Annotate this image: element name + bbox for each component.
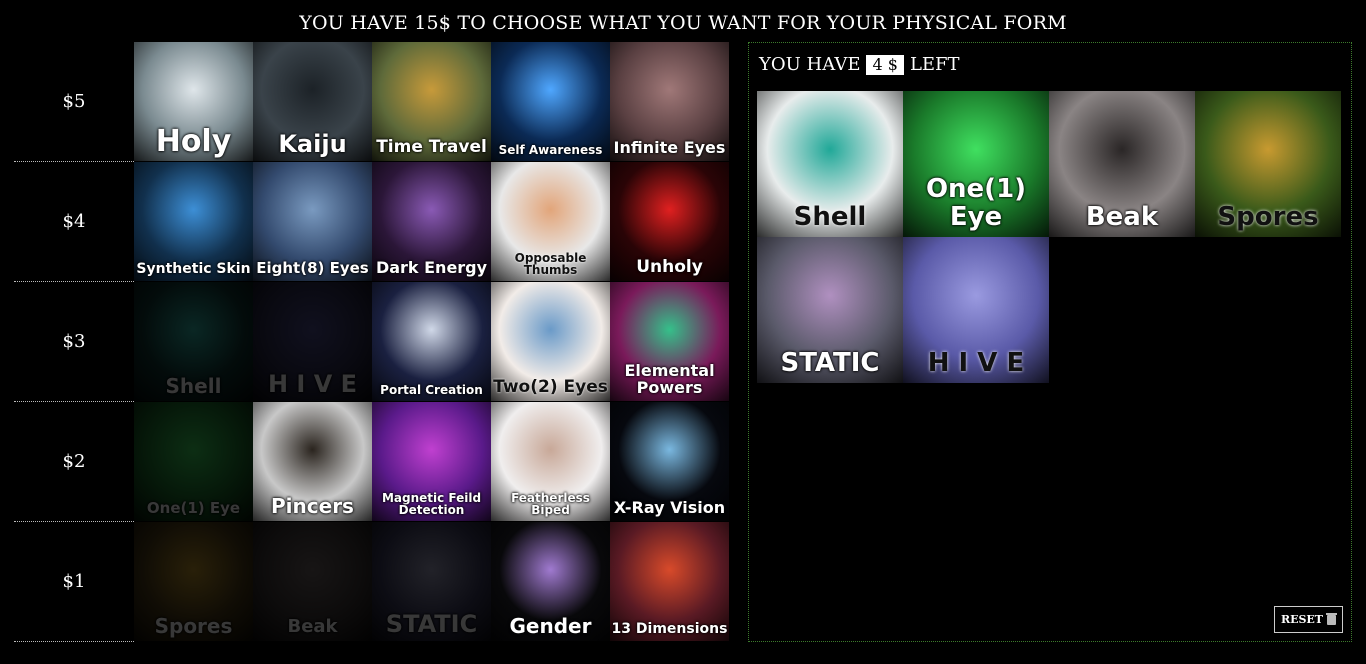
reset-button[interactable]: RESET: [1273, 606, 1343, 633]
trait-label: Gender: [509, 614, 592, 638]
trait-card[interactable]: Time Travel: [372, 42, 491, 161]
trait-card[interactable]: Portal Creation: [372, 282, 491, 401]
chosen-trait-label: Shell: [793, 201, 867, 232]
tier-cards: Shell H I V E Portal Creation Two(2) Eyes El…: [134, 282, 729, 402]
trait-label: Elemental Powers: [624, 361, 715, 398]
trait-label: Dark Energy: [375, 258, 488, 278]
tier-row: $5 Holy Kaiju Time Travel Self Awareness Infi…: [14, 42, 732, 162]
trait-card[interactable]: Shell: [134, 282, 253, 401]
trait-label: Shell: [165, 374, 222, 398]
chosen-trait-label: Spores: [1217, 201, 1319, 232]
chosen-trait-card[interactable]: STATIC: [757, 237, 903, 383]
trait-card[interactable]: Self Awareness: [491, 42, 610, 161]
trait-label: Holy: [155, 123, 232, 159]
tier-row: $3 Shell H I V E Portal Creation Two(2) Eyes…: [14, 282, 732, 402]
trait-label: Featherless Biped: [511, 490, 590, 518]
trait-card[interactable]: Spores: [134, 522, 253, 641]
trait-label: Eight(8) Eyes: [256, 259, 369, 278]
chosen-trait-label: STATIC: [780, 347, 880, 378]
chosen-trait-card[interactable]: Beak: [1049, 91, 1195, 237]
tier-cards: Synthetic Skin Eight(8) Eyes Dark Energy Op…: [134, 162, 729, 282]
budget-prefix: YOU HAVE: [759, 54, 861, 75]
trait-label: Opposable Thumbs: [514, 250, 587, 278]
trait-card[interactable]: Pincers: [253, 402, 372, 521]
chosen-trait-card[interactable]: Spores: [1195, 91, 1341, 237]
tier-row: $2 One(1) Eye Pincers Magnetic Feild Detect…: [14, 402, 732, 522]
trait-card[interactable]: 13 Dimensions: [610, 522, 729, 641]
tier-cards: Holy Kaiju Time Travel Self Awareness Infini…: [134, 42, 729, 162]
tier-row: $1 Spores Beak STATIC Gender 13 Dimensions: [14, 522, 732, 642]
chosen-trait-label: H I V E: [927, 347, 1025, 378]
tier-price: $5: [14, 42, 134, 162]
tier-cards: One(1) Eye Pincers Magnetic Feild Detectio…: [134, 402, 729, 522]
page-title: YOU HAVE 15$ TO CHOOSE WHAT YOU WANT FOR…: [299, 12, 1067, 34]
remaining-budget: 4 $: [866, 54, 904, 75]
trait-card[interactable]: STATIC: [372, 522, 491, 641]
tier-list: $5 Holy Kaiju Time Travel Self Awareness Infi…: [14, 42, 732, 642]
chosen-traits: Shell One(1) Eye Beak Spores STATIC H I V E: [757, 91, 1345, 383]
trait-card[interactable]: Eight(8) Eyes: [253, 162, 372, 281]
trait-card[interactable]: Two(2) Eyes: [491, 282, 610, 401]
trait-label: Self Awareness: [498, 143, 603, 158]
trait-label: Beak: [287, 616, 338, 638]
trait-card[interactable]: Holy: [134, 42, 253, 161]
trait-label: Two(2) Eyes: [493, 377, 608, 398]
chosen-trait-label: One(1) Eye: [925, 174, 1027, 232]
trait-label: H I V E: [267, 369, 358, 398]
trait-card[interactable]: Magnetic Feild Detection: [372, 402, 491, 521]
chosen-trait-label: Beak: [1085, 201, 1159, 232]
trait-label: Magnetic Feild Detection: [381, 490, 482, 518]
trait-label: Synthetic Skin: [136, 261, 251, 278]
trait-label: Pincers: [271, 494, 354, 518]
trait-label: 13 Dimensions: [611, 621, 728, 638]
chosen-trait-card[interactable]: Shell: [757, 91, 903, 237]
chosen-trait-card[interactable]: H I V E: [903, 237, 1049, 383]
trait-card[interactable]: X-Ray Vision: [610, 402, 729, 521]
trash-icon: [1326, 612, 1337, 625]
reset-label: RESET: [1280, 613, 1323, 626]
trait-card[interactable]: Unholy: [610, 162, 729, 281]
tier-price: $1: [14, 522, 134, 642]
trait-card[interactable]: Gender: [491, 522, 610, 641]
trait-card[interactable]: Beak: [253, 522, 372, 641]
trait-label: Time Travel: [376, 137, 487, 158]
tier-price: $3: [14, 282, 134, 402]
trait-label: One(1) Eye: [146, 499, 241, 518]
chosen-trait-card[interactable]: One(1) Eye: [903, 91, 1049, 237]
tier-price: $4: [14, 162, 134, 282]
trait-card[interactable]: Featherless Biped: [491, 402, 610, 521]
trait-label: Spores: [154, 614, 233, 638]
budget-suffix: LEFT: [909, 54, 960, 75]
trait-card[interactable]: Kaiju: [253, 42, 372, 161]
trait-card[interactable]: One(1) Eye: [134, 402, 253, 521]
trait-label: Unholy: [636, 257, 703, 278]
trait-card[interactable]: Synthetic Skin: [134, 162, 253, 281]
trait-card[interactable]: Elemental Powers: [610, 282, 729, 401]
trait-card[interactable]: H I V E: [253, 282, 372, 401]
tier-cards: Spores Beak STATIC Gender 13 Dimensions: [134, 522, 729, 642]
tier-row: $4 Synthetic Skin Eight(8) Eyes Dark Energy…: [14, 162, 732, 282]
trait-label: Portal Creation: [380, 383, 483, 398]
budget-line: YOU HAVE 4 $ LEFT: [759, 54, 960, 75]
trait-card[interactable]: Opposable Thumbs: [491, 162, 610, 281]
selection-panel: YOU HAVE 4 $ LEFT Shell One(1) Eye Beak Spo…: [748, 42, 1352, 642]
trait-label: STATIC: [385, 609, 478, 638]
trait-label: Infinite Eyes: [613, 138, 726, 158]
trait-label: Kaiju: [278, 129, 347, 158]
trait-label: X-Ray Vision: [613, 498, 726, 518]
trait-card[interactable]: Dark Energy: [372, 162, 491, 281]
trait-card[interactable]: Infinite Eyes: [610, 42, 729, 161]
tier-price: $2: [14, 402, 134, 522]
